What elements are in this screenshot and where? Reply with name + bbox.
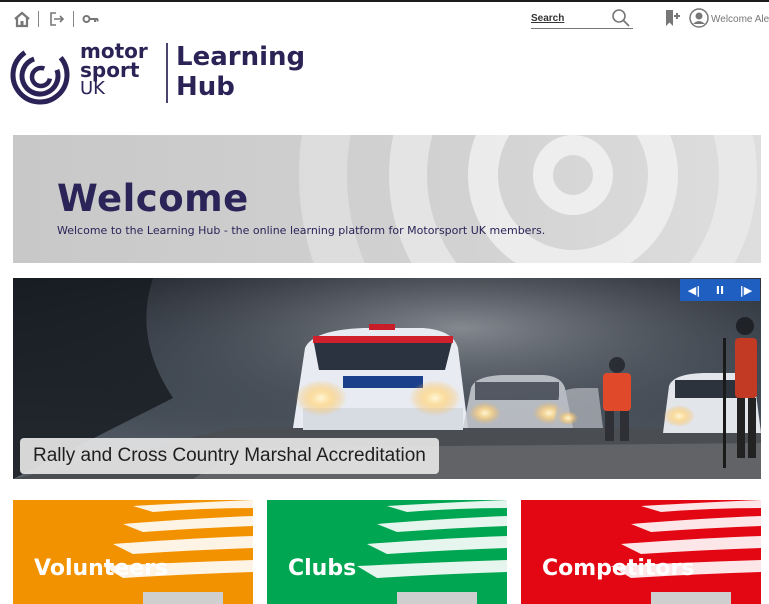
- carousel-next-button[interactable]: |▶: [740, 284, 752, 297]
- separator: [73, 11, 74, 27]
- tile-label: Clubs: [288, 556, 357, 581]
- logo-brand-line: UK: [80, 78, 105, 99]
- slide-caption[interactable]: Rally and Cross Country Marshal Accredit…: [20, 438, 439, 474]
- tile-label: Competitors: [542, 556, 695, 581]
- tile-volunteers[interactable]: Volunteers: [13, 500, 253, 604]
- page-title: Welcome: [57, 177, 249, 220]
- tile-stripes-graphic: [357, 500, 507, 604]
- search-icon[interactable]: [611, 8, 631, 28]
- bookmark-icon[interactable]: [664, 9, 682, 27]
- motorsport-uk-swirl-icon: [10, 45, 70, 105]
- logo-divider: [166, 43, 168, 103]
- hero-carousel[interactable]: ◀| II |▶ Rally and Cross Country Marshal…: [13, 278, 761, 479]
- separator: [38, 11, 39, 27]
- logout-icon[interactable]: [48, 10, 66, 28]
- logo-product-line: Hub: [176, 72, 235, 102]
- top-bar: Welcome Alex: [0, 2, 769, 30]
- home-icon[interactable]: [13, 10, 31, 28]
- page-subtitle: Welcome to the Learning Hub - the online…: [57, 224, 546, 237]
- carousel-pause-button[interactable]: II: [716, 284, 724, 297]
- tile-clubs[interactable]: Clubs: [267, 500, 507, 604]
- carousel-prev-button[interactable]: ◀|: [688, 284, 700, 297]
- welcome-user-text[interactable]: Welcome Alex: [711, 14, 769, 25]
- tile-stripes-graphic: [103, 500, 253, 604]
- logo-product-line: Learning: [176, 42, 306, 72]
- search-box: [531, 8, 633, 29]
- tile-stripes-graphic: [611, 500, 761, 604]
- user-avatar-icon[interactable]: [689, 8, 709, 28]
- site-logo[interactable]: motor sport UK Learning Hub: [8, 40, 308, 110]
- tile-competitors[interactable]: Competitors: [521, 500, 761, 604]
- welcome-banner: Welcome Welcome to the Learning Hub - th…: [13, 135, 761, 263]
- key-icon[interactable]: [82, 10, 100, 28]
- search-input[interactable]: [531, 9, 609, 27]
- logo-brand-line: sport: [80, 58, 140, 82]
- tile-label: Volunteers: [34, 556, 169, 581]
- carousel-controls: ◀| II |▶: [680, 279, 760, 301]
